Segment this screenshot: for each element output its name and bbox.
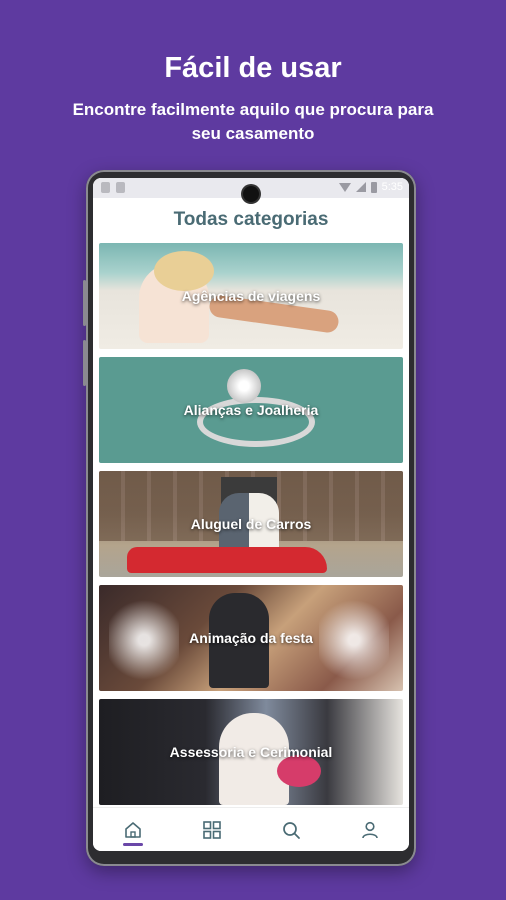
app-screen: 5:35 Todas categorias Agências de viagen…: [93, 178, 409, 851]
photo-hat: [154, 251, 214, 291]
nav-search[interactable]: [271, 810, 311, 850]
search-icon: [282, 821, 300, 839]
category-label: Agências de viagens: [181, 288, 321, 304]
status-bar: 5:35: [93, 178, 409, 202]
promo-title: Fácil de usar: [164, 52, 342, 84]
category-label: Alianças e Joalheria: [183, 402, 319, 418]
wifi-icon: [338, 182, 351, 192]
signal-icon: [355, 182, 366, 192]
front-camera: [243, 186, 259, 202]
notification-icon: [116, 182, 125, 193]
nav-categories[interactable]: [192, 810, 232, 850]
photo-car: [127, 547, 327, 573]
status-time: 5:35: [381, 181, 403, 193]
category-card-car-rental[interactable]: Aluguel de Carros: [99, 471, 403, 577]
promo-subtitle: Encontre facilmente aquilo que procura p…: [72, 100, 434, 143]
notification-icon: [101, 182, 110, 193]
nav-profile[interactable]: [350, 810, 390, 850]
phone-volume-button: [83, 280, 86, 326]
category-label: Aluguel de Carros: [190, 516, 312, 532]
photo-gem: [227, 369, 261, 403]
battery-icon: [370, 181, 377, 193]
phone-power-button: [83, 340, 86, 386]
category-card-wedding-planning[interactable]: Assessoria e Cerimonial: [99, 699, 403, 805]
nav-home[interactable]: [113, 810, 153, 850]
grid-icon: [202, 820, 221, 839]
category-label: Assessoria e Cerimonial: [169, 744, 333, 760]
category-card-travel-agencies[interactable]: Agências de viagens: [99, 243, 403, 349]
category-card-party-entertainment[interactable]: Animação da festa: [99, 585, 403, 691]
category-list: Agências de viagens Alianças e Joalheria…: [99, 243, 403, 813]
home-icon: [124, 821, 141, 838]
page-title: Todas categorias: [173, 209, 329, 230]
user-icon: [361, 821, 378, 838]
category-card-rings-jewelry[interactable]: Alianças e Joalheria: [99, 357, 403, 463]
category-label: Animação da festa: [189, 630, 313, 646]
bottom-navigation: [93, 807, 409, 851]
